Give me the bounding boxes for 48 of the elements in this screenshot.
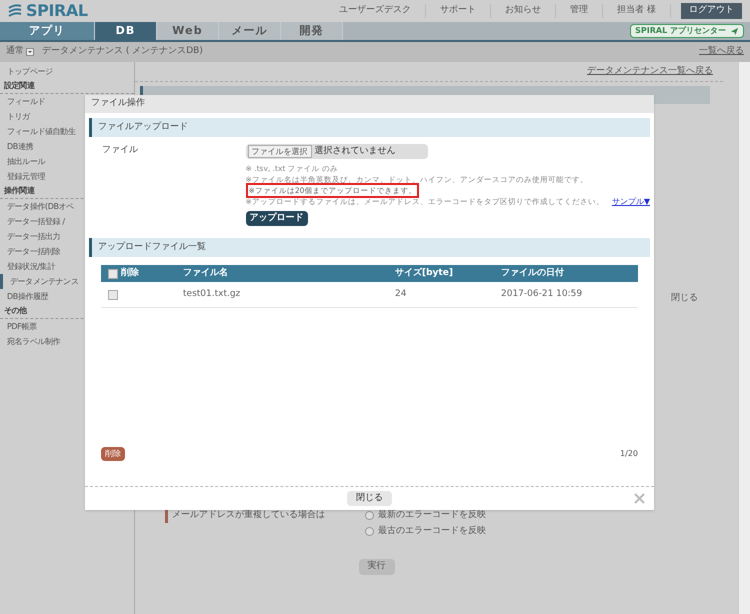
table-cell-text: 24 bbox=[395, 288, 408, 301]
nav-tab[interactable]: アプリ bbox=[0, 22, 95, 40]
nav-tab[interactable]: 開発 bbox=[281, 22, 343, 40]
header-link[interactable]: 管理 bbox=[556, 4, 604, 18]
choose-file-button[interactable]: ファイルを選択 bbox=[248, 145, 312, 158]
column-header: ファイルの日付 bbox=[501, 266, 564, 280]
dropdown-icon bbox=[26, 48, 34, 56]
column-header: サイズ[byte] bbox=[395, 266, 454, 280]
page-title: データメンテナンス ( メンテナンスDB) bbox=[42, 45, 203, 58]
sidebar-heading: 設定関連 bbox=[0, 79, 134, 94]
radio-button[interactable] bbox=[365, 510, 374, 520]
nav-tab[interactable]: DB bbox=[95, 22, 157, 40]
close-icon[interactable] bbox=[634, 493, 645, 504]
table-cell-text: 2017-06-21 10:59 bbox=[501, 288, 582, 301]
nav-tab[interactable]: Web bbox=[157, 22, 219, 40]
column-header: ファイル名 bbox=[183, 266, 229, 280]
close-button[interactable]: 閉じる bbox=[347, 491, 392, 506]
app-center-button[interactable]: SPIRAL アプリセンター bbox=[630, 24, 744, 38]
close-link[interactable]: 閉じる bbox=[671, 292, 698, 306]
upload-button[interactable]: アップロード bbox=[246, 211, 308, 226]
file-input[interactable]: ファイルを選択 選択されていません bbox=[246, 144, 428, 159]
header-link[interactable]: お知らせ bbox=[491, 4, 556, 18]
page-count: 1/20 bbox=[620, 448, 638, 460]
header-link[interactable]: サポート bbox=[426, 4, 492, 18]
sidebar-item[interactable]: トップページ bbox=[0, 64, 134, 79]
back-link[interactable]: データメンテナンス一覧へ戻る bbox=[587, 64, 713, 78]
select-all-checkbox[interactable] bbox=[108, 268, 118, 278]
table-cell-text: test01.txt.gz bbox=[183, 288, 242, 301]
back-link[interactable]: 一覧へ戻る bbox=[699, 45, 744, 59]
sample-link[interactable]: サンプル▼ bbox=[612, 196, 650, 208]
mode-dropdown[interactable]: 通常 bbox=[6, 45, 34, 59]
radio-button[interactable] bbox=[365, 527, 374, 536]
radio-option[interactable]: 最古のエラーコードを反映 bbox=[365, 525, 486, 538]
row-checkbox[interactable] bbox=[108, 290, 118, 300]
nav-tab[interactable]: メール bbox=[219, 22, 281, 40]
logo-icon bbox=[8, 4, 22, 18]
header-link[interactable]: 担当者 様 bbox=[603, 4, 671, 18]
field-label: ファイル bbox=[101, 144, 139, 157]
header-link[interactable]: ユーザーズデスク bbox=[325, 4, 426, 18]
no-file-text: 選択されていません bbox=[314, 144, 396, 158]
scrollbar[interactable] bbox=[738, 62, 750, 614]
section-header: ファイルアップロード bbox=[89, 118, 650, 137]
section-header: アップロードファイル一覧 bbox=[89, 238, 650, 257]
run-button[interactable]: 実行 bbox=[358, 558, 394, 574]
logo: SPIRAL bbox=[26, 0, 88, 22]
logout-button[interactable]: ログアウト bbox=[681, 3, 742, 19]
dialog-title: ファイル操作 bbox=[85, 95, 654, 113]
delete-button[interactable]: 削除 bbox=[101, 447, 125, 461]
